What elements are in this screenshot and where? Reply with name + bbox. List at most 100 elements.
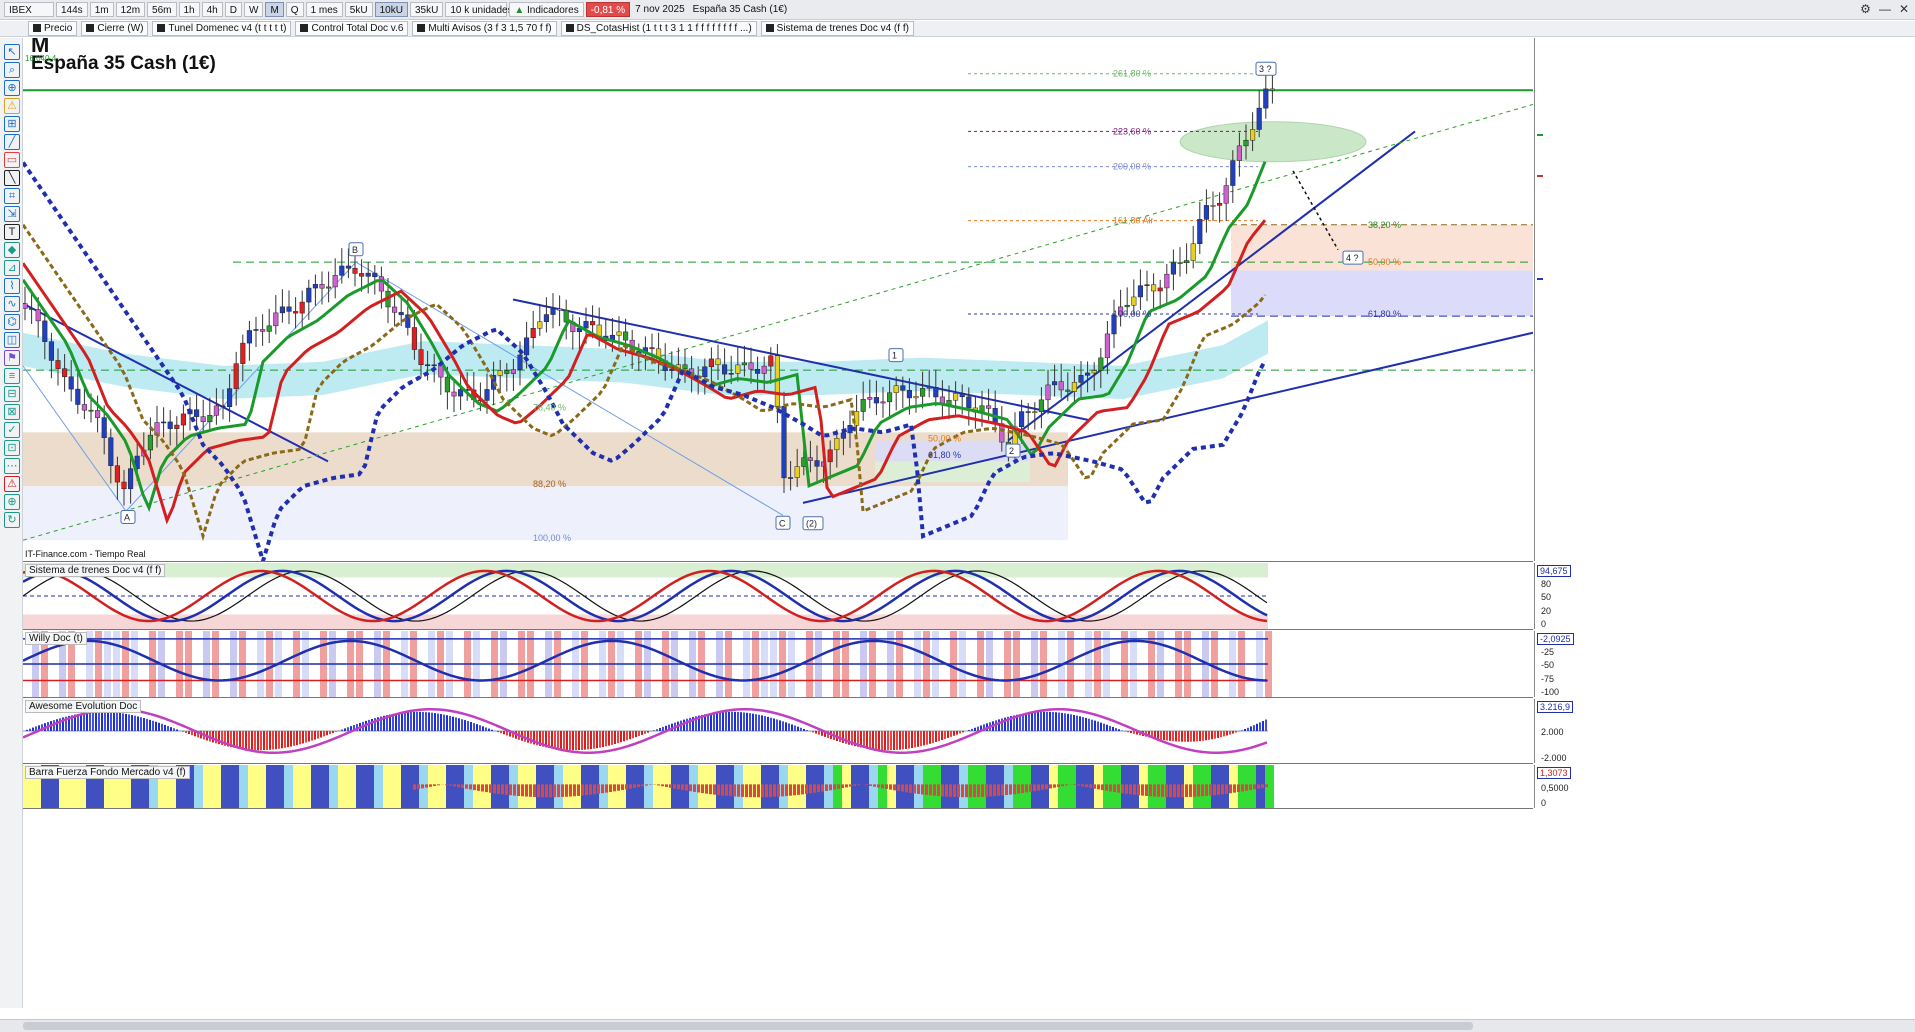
drawing-tool-icon[interactable]: ▭ (4, 152, 20, 168)
timeframe-m[interactable]: M (265, 2, 283, 17)
candle (1257, 108, 1262, 129)
force-hist (1233, 784, 1236, 792)
candle (894, 386, 899, 393)
symbol-selector[interactable]: IBEX (4, 2, 54, 17)
drawing-tool-icon[interactable]: ⊕ (4, 494, 20, 510)
drawing-tool-icon[interactable]: ⊞ (4, 116, 20, 132)
ao-bar (29, 729, 31, 731)
indicator-scale[interactable]: -2,0925-25-50-75-100 (1534, 631, 1915, 697)
scroll-thumb[interactable] (23, 1022, 1473, 1030)
indicator-chip[interactable]: DS_CotasHist (1 t t t 3 1 1 f f f f f f … (561, 21, 757, 36)
indicator-chip[interactable]: Precio (28, 21, 77, 36)
fib-label: 88,20 % (533, 479, 566, 489)
timeframe-144s[interactable]: 144s (56, 2, 88, 17)
close-icon[interactable]: ✕ (1899, 2, 1909, 16)
force-hist (1229, 784, 1232, 793)
drawing-tool-icon[interactable]: ◫ (4, 332, 20, 348)
indicator-pane[interactable]: Barra Fuerza Fondo Mercado v4 (f) (23, 765, 1533, 809)
drawing-tool-icon[interactable]: ⌕ (4, 62, 20, 78)
force-hist (681, 784, 684, 790)
indicator-pane[interactable]: Awesome Evolution Doc (23, 699, 1533, 764)
indicator-chip[interactable]: Tunel Domenec v4 (t t t t t) (152, 21, 291, 36)
timeframe-56m[interactable]: 56m (147, 2, 176, 17)
ao-bar (893, 731, 895, 750)
candle (260, 329, 265, 331)
drawing-tool-icon[interactable]: ⌇ (4, 278, 20, 294)
force-hist (1089, 784, 1092, 788)
force-hist (633, 784, 636, 788)
timeframe-12m[interactable]: 12m (116, 2, 145, 17)
minimize-icon[interactable]: — (1879, 2, 1891, 16)
price-chart-pane[interactable]: 261,80 %223,60 %200,00 %161,80 Air100,00… (23, 38, 1533, 562)
drawing-tool-icon[interactable]: ⋯ (4, 458, 20, 474)
indicator-chip[interactable]: Control Total Doc v.6 (295, 21, 408, 36)
units-select[interactable]: 10 k unidades (445, 2, 507, 17)
unit-35ku[interactable]: 35kU (410, 2, 443, 17)
price-scale[interactable] (1534, 38, 1915, 561)
indicator-pane-label[interactable]: Sistema de trenes Doc v4 (f f) (25, 564, 165, 577)
drawing-tool-icon[interactable]: ⌬ (4, 314, 20, 330)
force-hist (1237, 784, 1240, 792)
drawing-tool-icon[interactable]: ⊕ (4, 80, 20, 96)
indicator-pane-label[interactable]: Willy Doc (t) (25, 632, 87, 645)
drawing-tool-icon[interactable]: ≡ (4, 368, 20, 384)
force-hist (769, 784, 772, 797)
candle (313, 284, 318, 288)
drawing-tool-icon[interactable]: T (4, 224, 20, 240)
ao-bar (1121, 730, 1123, 731)
indicator-scale[interactable]: 1,30730,50000 (1534, 765, 1915, 808)
force-hist (833, 784, 836, 789)
force-hist (1125, 784, 1128, 793)
drawing-tool-icon[interactable]: ⚠ (4, 476, 20, 492)
drawing-tool-icon[interactable]: ⚑ (4, 350, 20, 366)
force-hist (837, 784, 840, 789)
ao-bar (251, 731, 253, 750)
horizontal-scrollbar[interactable] (0, 1019, 1915, 1032)
unit-10ku[interactable]: 10kU (375, 2, 408, 17)
indicator-scale[interactable]: 94,6758050200 (1534, 563, 1915, 629)
candle (445, 377, 450, 392)
ao-bar (212, 731, 214, 742)
indicator-pane-label[interactable]: Awesome Evolution Doc (25, 700, 141, 713)
unit-5ku[interactable]: 5kU (345, 2, 373, 17)
drawing-tool-icon[interactable]: ↖ (4, 44, 20, 60)
ao-bar (161, 724, 163, 731)
drawing-tool-icon[interactable]: ⇲ (4, 206, 20, 222)
timeframe-1m[interactable]: 1m (90, 2, 114, 17)
force-hist (777, 784, 780, 796)
ao-bar (1163, 731, 1165, 740)
ao-bar (719, 712, 721, 731)
indicator-pane[interactable]: Willy Doc (t) (23, 631, 1533, 698)
timeframe-1h[interactable]: 1h (179, 2, 200, 17)
timeframe-4h[interactable]: 4h (202, 2, 223, 17)
timeframe-w[interactable]: W (244, 2, 263, 17)
force-hist (657, 784, 660, 785)
timeframe-d[interactable]: D (225, 2, 242, 17)
drawing-tool-icon[interactable]: ↻ (4, 512, 20, 528)
indicator-scale[interactable]: 3.216,92.000-2.000 (1534, 699, 1915, 763)
indicator-chip[interactable]: Sistema de trenes Doc v4 (f f) (761, 21, 914, 36)
force-hist (961, 784, 964, 797)
timeframe-q[interactable]: Q (286, 2, 304, 17)
indicators-button[interactable]: ▲ Indicadores (509, 2, 583, 17)
drawing-tool-icon[interactable]: ╲ (4, 170, 20, 186)
ao-bar (149, 720, 151, 731)
drawing-tool-icon[interactable]: ∿ (4, 296, 20, 312)
drawing-tool-icon[interactable]: ⊠ (4, 404, 20, 420)
force-hist (549, 784, 552, 797)
ao-bar (137, 716, 139, 731)
indicator-pane[interactable]: Sistema de trenes Doc v4 (f f) (23, 563, 1533, 630)
drawing-tool-icon[interactable]: ◆ (4, 242, 20, 258)
drawing-tool-icon[interactable]: ⊡ (4, 440, 20, 456)
settings-icon[interactable]: ⚙ (1860, 2, 1871, 16)
indicator-chip[interactable]: Cierre (W) (81, 21, 148, 36)
indicator-pane-label[interactable]: Barra Fuerza Fondo Mercado v4 (f) (25, 766, 190, 779)
drawing-tool-icon[interactable]: ⚠ (4, 98, 20, 114)
drawing-tool-icon[interactable]: ⊟ (4, 386, 20, 402)
drawing-tool-icon[interactable]: ✓ (4, 422, 20, 438)
drawing-tool-icon[interactable]: ⊿ (4, 260, 20, 276)
drawing-tool-icon[interactable]: ╱ (4, 134, 20, 150)
range-selector[interactable]: 1 mes (306, 2, 343, 17)
drawing-tool-icon[interactable]: ⌗ (4, 188, 20, 204)
indicator-chip[interactable]: Multi Avisos (3 f 3 1,5 70 f f) (412, 21, 556, 36)
